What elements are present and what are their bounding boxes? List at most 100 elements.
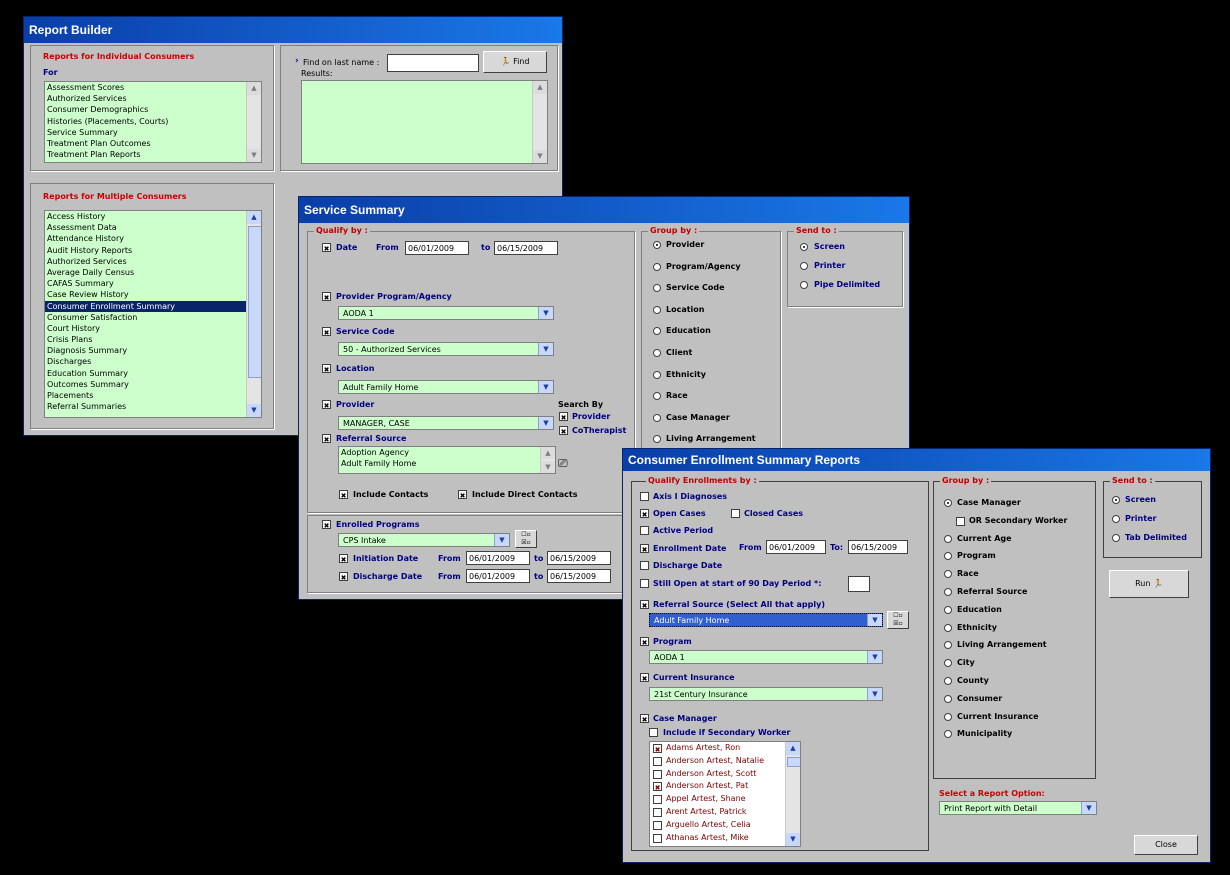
manager-checkbox[interactable] (653, 807, 662, 817)
scroll-thumb[interactable] (787, 757, 800, 767)
table-row[interactable]: Adams Artest, Ron (650, 742, 800, 755)
group-option-radio[interactable] (653, 327, 661, 336)
current-insurance-select[interactable]: 21st Century Insurance ▼ (649, 687, 883, 701)
secondary-worker-checkbox[interactable] (956, 516, 965, 526)
manager-checkbox[interactable] (653, 820, 662, 830)
scroll-up-icon[interactable]: ▲ (541, 447, 555, 459)
individual-list-scrollbar[interactable]: ▲ ▼ (246, 82, 261, 162)
run-button[interactable]: Run 🏃 (1109, 570, 1189, 598)
manager-checkbox[interactable] (653, 795, 662, 805)
group-option-radio[interactable] (653, 305, 661, 314)
find-last-name-input[interactable] (387, 54, 479, 72)
multi-select-button[interactable]: ☐▫ ☒▫ (887, 611, 909, 629)
service-code-checkbox[interactable] (322, 327, 331, 336)
search-cotherapist-checkbox[interactable] (559, 426, 568, 435)
scroll-down-icon[interactable]: ▼ (541, 461, 555, 473)
date-checkbox[interactable] (322, 243, 331, 252)
group-option-radio[interactable] (800, 243, 808, 251)
chevron-down-icon[interactable]: ▼ (867, 688, 882, 700)
group-option-radio[interactable] (944, 588, 952, 596)
list-item[interactable]: CAFAS Summary (45, 278, 261, 289)
provider-checkbox[interactable] (322, 400, 331, 409)
enrolled-programs-checkbox[interactable] (322, 520, 331, 529)
service-code-select[interactable]: 50 - Authorized Services ▼ (338, 342, 554, 356)
current-insurance-checkbox[interactable] (640, 673, 649, 682)
close-button[interactable]: Close (1134, 835, 1198, 855)
list-item[interactable]: Discharges (45, 356, 261, 367)
list-item[interactable]: Diagnosis Summary (45, 345, 261, 356)
include-direct-contacts-checkbox[interactable] (458, 490, 467, 499)
list-item[interactable]: Case Review History (45, 289, 261, 300)
list-item[interactable]: Treatment Plan Reports (45, 149, 261, 160)
individual-reports-list[interactable]: Assessment Scores Authorized Services Cons… (44, 81, 262, 163)
manager-checkbox[interactable] (653, 744, 662, 753)
initiation-date-checkbox[interactable] (339, 554, 348, 563)
scroll-down-icon[interactable]: ▼ (533, 150, 547, 163)
scroll-down-icon[interactable]: ▼ (247, 149, 261, 162)
discharge-date-checkbox[interactable] (339, 572, 348, 581)
group-option-radio[interactable] (944, 694, 952, 703)
referral-picker-icon[interactable]: ⎚ (558, 456, 568, 471)
group-option-radio[interactable] (653, 349, 661, 357)
list-item[interactable]: Authorized Services (45, 256, 261, 267)
multi-select-button[interactable]: ☐▫ ☒▫ (515, 530, 537, 548)
referral-source-checkbox[interactable] (322, 434, 331, 443)
chevron-down-icon[interactable]: ▼ (494, 534, 509, 546)
group-option-radio[interactable] (944, 712, 952, 721)
open-cases-checkbox[interactable] (640, 509, 649, 518)
chevron-down-icon[interactable]: ▼ (867, 614, 882, 626)
program-checkbox[interactable] (640, 637, 649, 646)
find-button[interactable]: 🏃 Find (483, 51, 547, 73)
list-item[interactable]: Service Summary (45, 127, 261, 138)
group-option-radio[interactable] (653, 262, 661, 271)
provider-program-checkbox[interactable] (322, 292, 331, 301)
location-checkbox[interactable] (322, 364, 331, 373)
case-manager-list[interactable]: Adams Artest, Ron Anderson Artest, Natali… (649, 741, 801, 847)
report-option-select[interactable]: Print Report with Detail ▼ (939, 801, 1097, 815)
discharge-from-input[interactable]: 06/01/2009 (466, 569, 530, 583)
search-provider-checkbox[interactable] (559, 412, 568, 421)
group-option-radio[interactable] (1112, 534, 1120, 542)
list-item[interactable]: Referral Summaries (45, 401, 261, 412)
group-option-radio[interactable] (944, 677, 952, 685)
list-item[interactable]: Average Daily Census (45, 267, 261, 278)
manager-checkbox[interactable] (653, 769, 662, 779)
chevron-down-icon[interactable]: ▼ (538, 307, 553, 319)
scroll-up-icon[interactable]: ▲ (786, 742, 800, 755)
list-item[interactable]: Consumer Satisfaction (45, 312, 261, 323)
group-option-radio[interactable] (653, 392, 661, 401)
group-option-radio[interactable] (653, 284, 661, 293)
discharge-date-checkbox[interactable] (640, 561, 649, 570)
still-open-input[interactable] (848, 576, 870, 592)
scroll-up-icon[interactable]: ▲ (533, 81, 547, 94)
group-option-radio[interactable] (944, 605, 952, 614)
program-select[interactable]: AODA 1 ▼ (649, 650, 883, 664)
referral-scrollbar[interactable]: ▲ ▼ (540, 447, 555, 473)
group-option-radio[interactable] (1112, 515, 1120, 523)
axis-checkbox[interactable] (640, 492, 649, 501)
group-option-radio[interactable] (944, 623, 952, 632)
group-option-radio[interactable] (944, 641, 952, 650)
group-option-radio[interactable] (944, 570, 952, 579)
list-item[interactable]: Treatment Plan Outcomes (45, 138, 261, 149)
group-option-radio[interactable] (653, 241, 661, 249)
enrollment-date-checkbox[interactable] (640, 544, 649, 553)
group-option-radio[interactable] (800, 262, 808, 270)
group-option-radio[interactable] (944, 499, 952, 507)
list-item[interactable]: Adult Family Home (339, 458, 555, 469)
date-to-input[interactable]: 06/15/2009 (494, 241, 558, 255)
list-item[interactable]: Placements (45, 390, 261, 401)
chevron-down-icon[interactable]: ▼ (538, 381, 553, 393)
table-row[interactable]: Anderson Artest, Natalie (650, 755, 800, 768)
group-option-radio[interactable] (653, 435, 661, 444)
include-secondary-checkbox[interactable] (649, 728, 658, 737)
group-option-radio[interactable] (944, 534, 952, 543)
list-item[interactable]: Consumer Enrollment Summary (45, 300, 261, 312)
provider-program-select[interactable]: AODA 1 ▼ (338, 306, 554, 320)
enrollment-to-input[interactable]: 06/15/2009 (848, 540, 908, 554)
manager-checkbox[interactable] (653, 833, 662, 843)
list-item[interactable]: Outcomes Summary (45, 379, 261, 390)
list-item[interactable]: Adoption Agency (339, 447, 555, 458)
closed-cases-checkbox[interactable] (731, 509, 740, 518)
scroll-down-icon[interactable]: ▼ (786, 833, 800, 846)
